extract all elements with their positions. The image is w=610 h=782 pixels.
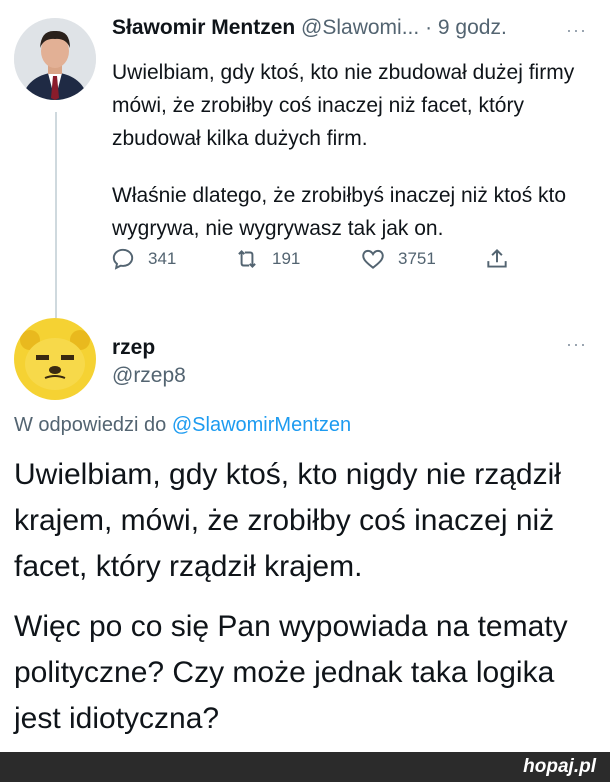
avatar[interactable] <box>14 318 96 400</box>
tweet-text: Uwielbiam, gdy ktoś, kto nigdy nie rządz… <box>14 452 599 742</box>
reply-count: 341 <box>148 249 177 268</box>
more-options-icon[interactable]: ··· <box>566 20 587 41</box>
tweet-paragraph: Uwielbiam, gdy ktoś, kto nie zbudował du… <box>112 61 575 150</box>
tweet-paragraph: Uwielbiam, gdy ktoś, kto nigdy nie rządz… <box>14 458 561 583</box>
like-icon <box>362 249 384 269</box>
reply-prefix: W odpowiedzi do <box>14 414 167 436</box>
retweet-count: 191 <box>272 249 301 268</box>
more-options-icon[interactable]: ··· <box>566 334 587 355</box>
author-name[interactable]: rzep <box>112 336 155 360</box>
reply-icon <box>112 248 134 270</box>
tweet-header: Sławomir Mentzen @Slawomi... · 9 godz. <box>112 16 507 40</box>
like-count: 3751 <box>398 249 436 268</box>
retweet-icon <box>238 250 256 268</box>
mention-link[interactable]: @SlawomirMentzen <box>172 414 351 436</box>
separator: · <box>425 16 433 39</box>
site-watermark: hopaj.pl <box>523 756 596 777</box>
like-button[interactable]: 3751 <box>360 246 436 272</box>
tweet-paragraph: Właśnie dlatego, że zrobiłbyś inaczej ni… <box>112 184 567 240</box>
tweet-actions: 341 191 3751 <box>110 246 530 278</box>
tweet-paragraph: Więc po co się Pan wypowiada na tematy p… <box>14 610 568 735</box>
reply-context: W odpowiedzi do @SlawomirMentzen <box>14 414 351 437</box>
share-button[interactable] <box>484 246 522 272</box>
timestamp[interactable]: 9 godz. <box>438 16 507 39</box>
thread-connector <box>55 112 57 318</box>
share-icon <box>487 248 507 268</box>
tweet-text: Uwielbiam, gdy ktoś, kto nie zbudował du… <box>112 56 582 245</box>
avatar[interactable] <box>14 18 96 100</box>
author-handle[interactable]: @rzep8 <box>112 364 186 388</box>
author-handle[interactable]: @Slawomi... <box>301 16 419 39</box>
author-name[interactable]: Sławomir Mentzen <box>112 16 295 39</box>
retweet-button[interactable]: 191 <box>234 246 300 272</box>
watermark-bar: hopaj.pl <box>0 752 610 782</box>
reply-button[interactable]: 341 <box>110 246 176 272</box>
